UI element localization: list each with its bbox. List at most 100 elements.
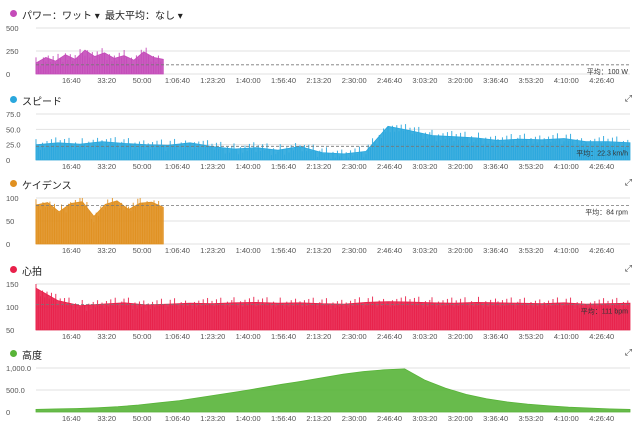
x-tick-label: 50:00 (133, 246, 152, 254)
average-label: 平均：84 rpm (585, 207, 628, 216)
x-tick-label: 3:20:00 (448, 162, 473, 170)
y-tick-label: 500.0 (6, 386, 25, 395)
x-tick-label: 2:30:00 (342, 162, 367, 170)
x-tick-label: 4:26:40 (589, 246, 614, 254)
x-tick-label: 1:56:40 (271, 332, 296, 340)
cadence-title: ケイデンス (22, 181, 72, 192)
y-tick-label: 100 (6, 194, 19, 203)
power-chart[interactable]: 500 250 0 平均：100 W 16:40 33:20 50:00 1:06:40 1:2… (0, 22, 640, 84)
x-tick-label: 33:20 (97, 332, 116, 340)
x-tick-label: 16:40 (62, 332, 81, 340)
x-tick-label: 2:13:20 (306, 332, 331, 340)
x-tick-label: 2:30:00 (342, 76, 367, 84)
y-tick-label: 1,000.0 (6, 364, 31, 373)
x-tick-label: 1:06:40 (165, 414, 190, 422)
x-tick-label: 1:23:20 (200, 76, 225, 84)
hr-legend-dot (10, 266, 17, 273)
average-label: 平均：111 bpm (581, 306, 628, 315)
x-tick-label: 3:53:20 (518, 162, 543, 170)
speed-legend-dot (10, 96, 17, 103)
x-tick-label: 50:00 (133, 332, 152, 340)
x-tick-label: 2:30:00 (342, 414, 367, 422)
cadence-panel: ケイデンス ⤢ 100 50 0 平均：84 rpm 16:40 33:20 50:00 1:… (0, 176, 640, 254)
x-tick-label: 3:20:00 (448, 414, 473, 422)
x-tick-label: 1:23:20 (200, 246, 225, 254)
x-tick-label: 3:03:20 (412, 332, 437, 340)
hr-chart[interactable]: 150 100 50 平均：111 bpm 16:40 33:20 50:00 1:06:40… (0, 278, 640, 340)
cadence-chart[interactable]: 100 50 0 平均：84 rpm 16:40 33:20 50:00 1:06:40 1:2… (0, 192, 640, 254)
x-tick-label: 1:40:00 (236, 76, 261, 84)
x-tick-label: 3:20:00 (448, 246, 473, 254)
x-tick-label: 2:13:20 (306, 76, 331, 84)
hr-panel: 心拍 ⤢ 150 100 50 平均：111 bpm 16:40 33:20 50:00 1:… (0, 262, 640, 340)
x-tick-label: 2:13:20 (306, 162, 331, 170)
x-tick-label: 3:03:20 (412, 162, 437, 170)
x-tick-label: 1:40:00 (236, 162, 261, 170)
y-tick-label: 75.0 (6, 110, 21, 119)
x-tick-label: 1:40:00 (236, 246, 261, 254)
x-tick-label: 3:53:20 (518, 332, 543, 340)
x-tick-label: 1:56:40 (271, 246, 296, 254)
x-tick-label: 4:26:40 (589, 414, 614, 422)
x-tick-label: 3:36:40 (483, 332, 508, 340)
x-tick-label: 3:03:20 (412, 246, 437, 254)
x-tick-label: 4:10:00 (554, 332, 579, 340)
x-tick-label: 4:10:00 (554, 76, 579, 84)
speed-panel: スピード ⤢ 75.0 50.0 25.0 0 平均：22.3 km/h 16:40 33:… (0, 92, 640, 170)
x-tick-label: 4:26:40 (589, 76, 614, 84)
x-tick-label: 2:13:20 (306, 246, 331, 254)
y-tick-label: 50 (6, 326, 14, 335)
y-tick-label: 0 (6, 240, 10, 249)
x-tick-label: 3:36:40 (483, 162, 508, 170)
x-tick-label: 16:40 (62, 246, 81, 254)
x-tick-label: 4:26:40 (589, 162, 614, 170)
x-tick-label: 16:40 (62, 76, 81, 84)
y-tick-label: 500 (6, 24, 19, 33)
x-tick-label: 2:46:40 (377, 76, 402, 84)
cadence-legend-dot (10, 180, 17, 187)
x-tick-label: 4:26:40 (589, 332, 614, 340)
x-tick-label: 50:00 (133, 414, 152, 422)
series-area (35, 200, 164, 245)
x-tick-label: 16:40 (62, 162, 81, 170)
hr-header: 心拍 ⤢ (0, 262, 640, 278)
x-tick-label: 1:40:00 (236, 332, 261, 340)
x-tick-label: 1:56:40 (271, 162, 296, 170)
x-tick-label: 3:36:40 (483, 246, 508, 254)
x-tick-label: 1:23:20 (200, 332, 225, 340)
power-header: パワー：ワット ▾ 最大平均：なし ▾ (0, 6, 640, 22)
y-tick-label: 50.0 (6, 125, 21, 134)
x-tick-label: 16:40 (62, 414, 81, 422)
power-title-dropdown[interactable]: パワー：ワット ▾ (22, 7, 100, 22)
x-tick-label: 1:06:40 (165, 162, 190, 170)
x-tick-label: 33:20 (97, 76, 116, 84)
x-tick-label: 3:53:20 (518, 76, 543, 84)
speed-chart[interactable]: 75.0 50.0 25.0 0 平均：22.3 km/h 16:40 33:20 50:00… (0, 108, 640, 170)
expand-icon[interactable]: ⤢ (625, 347, 632, 358)
x-tick-label: 4:10:00 (554, 414, 579, 422)
expand-icon[interactable]: ⤢ (625, 263, 632, 274)
x-tick-label: 2:46:40 (377, 414, 402, 422)
y-tick-label: 50 (6, 217, 14, 226)
x-tick-label: 33:20 (97, 414, 116, 422)
y-tick-label: 0 (6, 408, 10, 417)
average-label: 平均：100 W (587, 67, 629, 76)
x-tick-label: 2:13:20 (306, 414, 331, 422)
x-tick-label: 1:56:40 (271, 76, 296, 84)
x-tick-label: 1:06:40 (165, 246, 190, 254)
x-tick-label: 2:46:40 (377, 246, 402, 254)
x-tick-label: 3:53:20 (518, 414, 543, 422)
y-tick-label: 250 (6, 47, 19, 56)
x-tick-label: 4:10:00 (554, 246, 579, 254)
expand-icon[interactable]: ⤢ (625, 93, 632, 104)
max-average-dropdown[interactable]: 最大平均：なし ▾ (105, 7, 183, 22)
x-tick-label: 2:30:00 (342, 246, 367, 254)
y-tick-label: 25.0 (6, 141, 21, 150)
expand-icon[interactable]: ⤢ (625, 177, 632, 188)
elevation-chart[interactable]: 1,000.0 500.0 0 16:40 33:20 50:00 1:06:40 1:23:… (0, 362, 640, 422)
elevation-title: 高度 (22, 351, 42, 362)
x-tick-label: 2:46:40 (377, 162, 402, 170)
x-tick-label: 3:36:40 (483, 414, 508, 422)
cadence-header: ケイデンス ⤢ (0, 176, 640, 192)
x-tick-label: 1:06:40 (165, 76, 190, 84)
